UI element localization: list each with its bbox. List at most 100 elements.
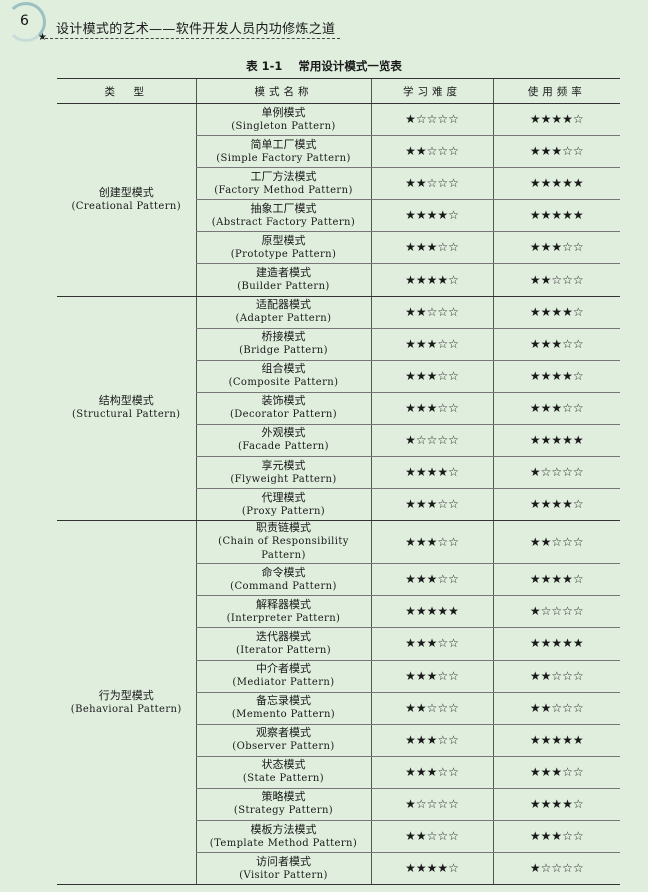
pattern-name-en: (Chain of Responsibility Pattern) bbox=[218, 536, 349, 562]
pattern-name-cn: 工厂方法模式 bbox=[250, 169, 317, 183]
book-title: 设计模式的艺术——软件开发人员内功修炼之道 bbox=[56, 22, 336, 37]
difficulty-rating: ★★★☆☆ bbox=[370, 231, 493, 265]
pattern-name-en: (Strategy Pattern) bbox=[233, 805, 334, 817]
pattern-name-cn: 组合模式 bbox=[261, 362, 306, 376]
pattern-name-en: (Command Pattern) bbox=[230, 580, 337, 592]
pattern-type-cn: 创建型模式 bbox=[98, 185, 154, 199]
difficulty-rating: ★★★★☆ bbox=[370, 263, 493, 297]
pattern-type-cell: 结构型模式 (Structural Pattern) bbox=[57, 296, 196, 522]
difficulty-stars-icon: ★★☆☆☆ bbox=[405, 700, 459, 715]
pattern-name-cn: 单例模式 bbox=[261, 105, 306, 119]
pattern-name-cn: 观察者模式 bbox=[256, 726, 311, 740]
pattern-name-cell: 模板方法模式 (Template Method Pattern) bbox=[195, 820, 371, 854]
difficulty-stars-icon: ★☆☆☆☆ bbox=[405, 112, 459, 127]
difficulty-rating: ★☆☆☆☆ bbox=[370, 424, 493, 458]
pattern-name-en: (Proxy Pattern) bbox=[241, 505, 326, 517]
pattern-name-cell: 原型模式 (Prototype Pattern) bbox=[195, 231, 371, 265]
table-caption-title: 常用设计模式一览表 bbox=[298, 59, 402, 73]
pattern-name-en: (Memento Pattern) bbox=[231, 709, 336, 721]
difficulty-stars-icon: ★★☆☆☆ bbox=[405, 176, 459, 191]
difficulty-rating: ★★★☆☆ bbox=[370, 520, 493, 565]
pattern-name-cell: 外观模式 (Facade Pattern) bbox=[195, 424, 371, 458]
page-header: 6 ★ 设计模式的艺术——软件开发人员内功修炼之道 bbox=[0, 0, 648, 50]
difficulty-stars-icon: ★★★☆☆ bbox=[405, 336, 459, 351]
difficulty-stars-icon: ★★★☆☆ bbox=[405, 240, 459, 255]
difficulty-stars-icon: ★★★☆☆ bbox=[405, 534, 459, 549]
pattern-name-cn: 职责链模式 bbox=[256, 521, 311, 535]
table-body: 创建型模式 (Creational Pattern) 单例模式 (Singleton … bbox=[57, 103, 620, 886]
frequency-rating: ★★★☆☆ bbox=[492, 392, 620, 425]
pattern-name-cell: 组合模式 (Composite Pattern) bbox=[195, 360, 371, 393]
difficulty-rating: ★★★☆☆ bbox=[370, 627, 493, 661]
difficulty-rating: ★★☆☆☆ bbox=[370, 167, 493, 201]
frequency-stars-icon: ★★★☆☆ bbox=[529, 240, 584, 255]
difficulty-stars-icon: ★★☆☆☆ bbox=[405, 144, 459, 159]
column-header-difficulty: 学习难度 bbox=[370, 78, 493, 104]
pattern-type-en: (Behavioral Pattern) bbox=[70, 703, 182, 715]
frequency-stars-icon: ★★☆☆☆ bbox=[529, 534, 584, 549]
pattern-name-cell: 命令模式 (Command Pattern) bbox=[195, 563, 371, 597]
difficulty-rating: ★★★☆☆ bbox=[370, 360, 493, 393]
difficulty-rating: ★★★☆☆ bbox=[370, 488, 493, 522]
pattern-name-cell: 迭代器模式 (Iterator Pattern) bbox=[195, 627, 371, 661]
pattern-name-cn: 装饰模式 bbox=[261, 394, 306, 408]
frequency-rating: ★★★☆☆ bbox=[492, 820, 620, 854]
difficulty-stars-icon: ★★★☆☆ bbox=[405, 668, 459, 683]
difficulty-rating: ★★★☆☆ bbox=[370, 563, 493, 597]
difficulty-stars-icon: ★★★★☆ bbox=[405, 861, 459, 876]
pattern-name-cn: 抽象工厂模式 bbox=[250, 201, 317, 215]
pattern-name-en: (Flyweight Pattern) bbox=[230, 473, 337, 485]
pattern-type-en: (Structural Pattern) bbox=[72, 409, 181, 421]
frequency-stars-icon: ★★★☆☆ bbox=[529, 400, 584, 415]
difficulty-rating: ★★★☆☆ bbox=[370, 724, 493, 757]
pattern-name-en: (Simple Factory Pattern) bbox=[216, 152, 351, 164]
frequency-rating: ★★★★★ bbox=[492, 424, 620, 458]
frequency-rating: ★☆☆☆☆ bbox=[492, 595, 620, 629]
difficulty-stars-icon: ★★★☆☆ bbox=[405, 764, 459, 779]
frequency-rating: ★★★★☆ bbox=[492, 103, 620, 137]
difficulty-rating: ★★★★★ bbox=[370, 595, 493, 629]
difficulty-rating: ★★★☆☆ bbox=[370, 660, 493, 693]
frequency-stars-icon: ★★★★★ bbox=[529, 432, 584, 447]
table-caption: 表 1-1 常用设计模式一览表 bbox=[0, 58, 648, 74]
difficulty-stars-icon: ★★★★☆ bbox=[405, 272, 459, 287]
difficulty-stars-icon: ★☆☆☆☆ bbox=[405, 796, 459, 811]
frequency-stars-icon: ★★★★☆ bbox=[529, 572, 584, 587]
pattern-name-en: (Facade Pattern) bbox=[238, 441, 329, 453]
pattern-name-en: (Decorator Pattern) bbox=[229, 409, 338, 421]
frequency-stars-icon: ★★★☆☆ bbox=[529, 144, 584, 159]
pattern-name-cn: 中介者模式 bbox=[256, 662, 311, 676]
difficulty-rating: ★★★★☆ bbox=[370, 852, 493, 886]
pattern-name-en: (Prototype Pattern) bbox=[230, 248, 337, 260]
pattern-name-cn: 迭代器模式 bbox=[256, 629, 311, 643]
frequency-rating: ★★★☆☆ bbox=[492, 756, 620, 789]
frequency-stars-icon: ★☆☆☆☆ bbox=[529, 465, 584, 480]
pattern-name-cn: 策略模式 bbox=[261, 790, 306, 804]
frequency-stars-icon: ★★★☆☆ bbox=[529, 764, 584, 779]
frequency-stars-icon: ★★★★☆ bbox=[529, 112, 584, 127]
frequency-stars-icon: ★★★★★ bbox=[529, 732, 584, 747]
pattern-name-cn: 桥接模式 bbox=[261, 330, 306, 344]
frequency-rating: ★★★★☆ bbox=[492, 296, 620, 329]
difficulty-stars-icon: ★★★☆☆ bbox=[405, 636, 459, 651]
pattern-name-en: (Abstract Factory Pattern) bbox=[211, 216, 356, 228]
pattern-name-cell: 桥接模式 (Bridge Pattern) bbox=[195, 328, 371, 361]
pattern-name-cn: 解释器模式 bbox=[256, 597, 311, 611]
difficulty-rating: ★★☆☆☆ bbox=[370, 135, 493, 169]
pattern-name-cell: 建造者模式 (Builder Pattern) bbox=[195, 263, 371, 297]
frequency-stars-icon: ★★★☆☆ bbox=[529, 829, 584, 844]
page-number: 6 bbox=[20, 13, 29, 29]
difficulty-stars-icon: ★★☆☆☆ bbox=[405, 304, 459, 319]
pattern-name-en: (Singleton Pattern) bbox=[231, 120, 336, 132]
difficulty-stars-icon: ★☆☆☆☆ bbox=[405, 432, 459, 447]
difficulty-stars-icon: ★★★★☆ bbox=[405, 465, 459, 480]
difficulty-stars-icon: ★★★☆☆ bbox=[405, 400, 459, 415]
pattern-name-cn: 享元模式 bbox=[261, 458, 306, 472]
frequency-rating: ★★☆☆☆ bbox=[492, 520, 620, 565]
frequency-rating: ★★★★★ bbox=[492, 724, 620, 757]
pattern-name-cell: 适配器模式 (Adapter Pattern) bbox=[195, 296, 371, 329]
table-row: 结构型模式 (Structural Pattern) 适配器模式 (Adapter P… bbox=[57, 296, 620, 522]
pattern-name-cell: 代理模式 (Proxy Pattern) bbox=[195, 488, 371, 522]
pattern-name-cell: 抽象工厂模式 (Abstract Factory Pattern) bbox=[195, 199, 371, 233]
pattern-name-en: (Observer Pattern) bbox=[232, 741, 335, 753]
